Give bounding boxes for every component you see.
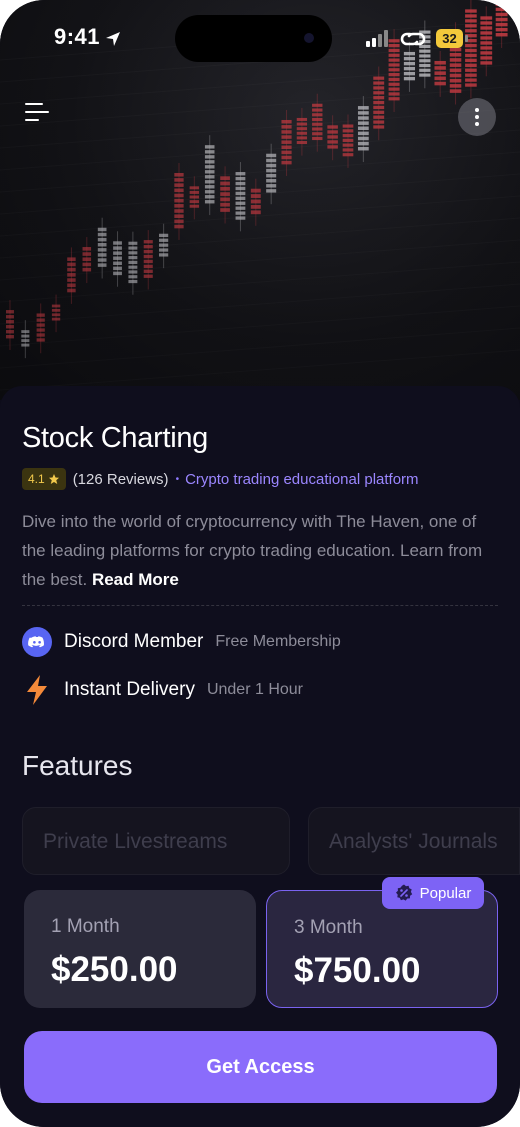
more-options-button[interactable] (458, 98, 496, 136)
lightning-icon (22, 675, 52, 705)
signal-icon (366, 30, 388, 47)
rating-badge: 4.1 (22, 468, 66, 490)
info-row-discord: Discord Member Free Membership (22, 627, 341, 657)
status-bar: 9:41 32 (0, 0, 520, 76)
badge-label: Popular (419, 884, 472, 902)
info-sub: Free Membership (215, 633, 341, 650)
features-heading: Features (22, 750, 133, 781)
app-screen: 9:41 32 Stock Charting 4.1 (126 Reviews)… (0, 0, 520, 1127)
meta-separator: • (175, 473, 180, 485)
read-more-link[interactable]: Read More (92, 570, 179, 589)
status-time: 9:41 (54, 24, 101, 49)
review-count[interactable]: (126 Reviews) (73, 471, 169, 488)
section-divider (22, 605, 498, 606)
discount-icon (395, 884, 412, 901)
feature-card[interactable]: Private Livestreams (22, 807, 290, 875)
plan-name: 1 Month (51, 916, 120, 937)
get-access-button[interactable]: Get Access (24, 1031, 497, 1103)
feature-card[interactable]: Analysts' Journals (308, 807, 520, 875)
battery-indicator: 32 (436, 29, 463, 48)
location-arrow-icon (106, 32, 120, 46)
info-sub: Under 1 Hour (206, 681, 303, 698)
info-row-delivery: Instant Delivery Under 1 Hour (22, 675, 303, 705)
dynamic-island (175, 15, 332, 62)
plan-price: $250.00 (51, 950, 178, 989)
plan-name: 3 Month (294, 917, 363, 938)
info-label: Discord Member (64, 631, 204, 652)
hamburger-menu-icon (25, 103, 49, 121)
camera-dot (304, 33, 314, 43)
popular-badge: Popular (382, 877, 484, 909)
star-icon (48, 474, 59, 484)
info-label: Instant Delivery (64, 679, 195, 700)
product-tagline: Crypto trading educational platform (185, 470, 419, 488)
product-description: Dive into the world of cryptocurrency wi… (22, 507, 502, 594)
more-dot (475, 115, 479, 119)
menu-button[interactable] (24, 100, 50, 126)
battery-tip (465, 35, 468, 42)
discord-icon (22, 627, 52, 657)
link-chain-icon (400, 32, 426, 46)
more-dot (475, 108, 479, 112)
rating-value: 4.1 (28, 472, 45, 486)
plan-price: $750.00 (294, 951, 421, 990)
product-details-sheet: Stock Charting 4.1 (126 Reviews) • Crypt… (0, 386, 520, 1127)
product-title: Stock Charting (22, 422, 208, 454)
more-dot (475, 122, 479, 126)
product-meta-row: 4.1 (126 Reviews) • Crypto trading educa… (22, 468, 419, 490)
plan-option-1-month[interactable]: 1 Month $250.00 (24, 890, 256, 1008)
